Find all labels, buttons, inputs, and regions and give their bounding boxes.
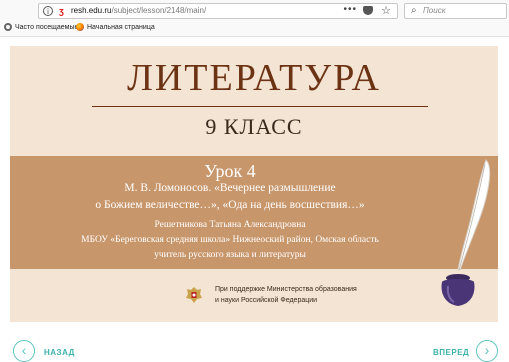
url-bar[interactable]: i ʒ resh.edu.ru/subject/lesson/2148/main… xyxy=(38,3,398,19)
grade-label: 9 КЛАСС xyxy=(205,114,303,139)
author-role: учитель русского языка и литературы xyxy=(154,250,306,260)
url-path: /subject/lesson/2148/main/ xyxy=(111,6,207,15)
support-text-line2: и науки Российской Федерации xyxy=(215,297,318,304)
search-bar[interactable]: ⌕ Поиск xyxy=(404,3,507,19)
url-text[interactable]: resh.edu.ru/subject/lesson/2148/main/ xyxy=(71,6,206,15)
bookmark-most-visited[interactable]: Часто посещаемые xyxy=(4,23,78,31)
firefox-icon xyxy=(76,23,84,31)
bookmark-label: Начальная страница xyxy=(87,23,155,31)
bookmarks-toolbar: Часто посещаемые Начальная страница xyxy=(0,22,509,37)
page-actions-icon[interactable]: ••• xyxy=(343,4,357,15)
support-text-line1: При поддержке Министерства образования xyxy=(215,286,357,293)
search-icon: ⌕ xyxy=(411,5,417,16)
author-school: МБОУ «Береговская средняя школа» Нижнеос… xyxy=(81,235,379,245)
lesson-number: Урок 4 xyxy=(204,161,256,181)
bookmark-home-page[interactable]: Начальная страница xyxy=(76,23,155,31)
lesson-cover-slide: ЛИТЕРАТУРА 9 КЛАСС Урок 4 М. В. Ломоносо… xyxy=(10,46,498,322)
site-identity-icon[interactable]: ʒ xyxy=(59,6,64,16)
forward-label[interactable]: ВПЕРЕД xyxy=(433,348,469,357)
info-icon[interactable]: i xyxy=(43,6,53,16)
url-host: resh.edu.ru xyxy=(71,6,112,15)
forward-button[interactable]: › xyxy=(476,340,498,362)
gear-icon xyxy=(4,23,12,31)
pocket-icon[interactable] xyxy=(363,6,373,15)
coat-of-arms-icon xyxy=(186,287,202,303)
search-placeholder: Поиск xyxy=(423,6,446,15)
back-label[interactable]: НАЗАД xyxy=(44,348,75,357)
bookmark-star-icon[interactable]: ☆ xyxy=(381,4,391,17)
author-name: Решетникова Татьяна Александровна xyxy=(154,220,306,230)
title-divider xyxy=(92,106,428,107)
quill-inkwell-icon xyxy=(441,159,491,306)
lesson-topic-line2: о Божием величестве…», «Ода на день восш… xyxy=(95,199,365,211)
lesson-info-band: Урок 4 М. В. Ломоносов. «Вечернее размыш… xyxy=(10,156,498,269)
browser-toolbar: i ʒ resh.edu.ru/subject/lesson/2148/main… xyxy=(0,0,509,23)
subject-title: ЛИТЕРАТУРА xyxy=(127,57,381,99)
lesson-topic-line1: М. В. Ломоносов. «Вечернее размышление xyxy=(124,182,336,194)
back-button[interactable]: ‹ xyxy=(13,340,35,362)
bookmark-label: Часто посещаемые xyxy=(15,23,79,31)
